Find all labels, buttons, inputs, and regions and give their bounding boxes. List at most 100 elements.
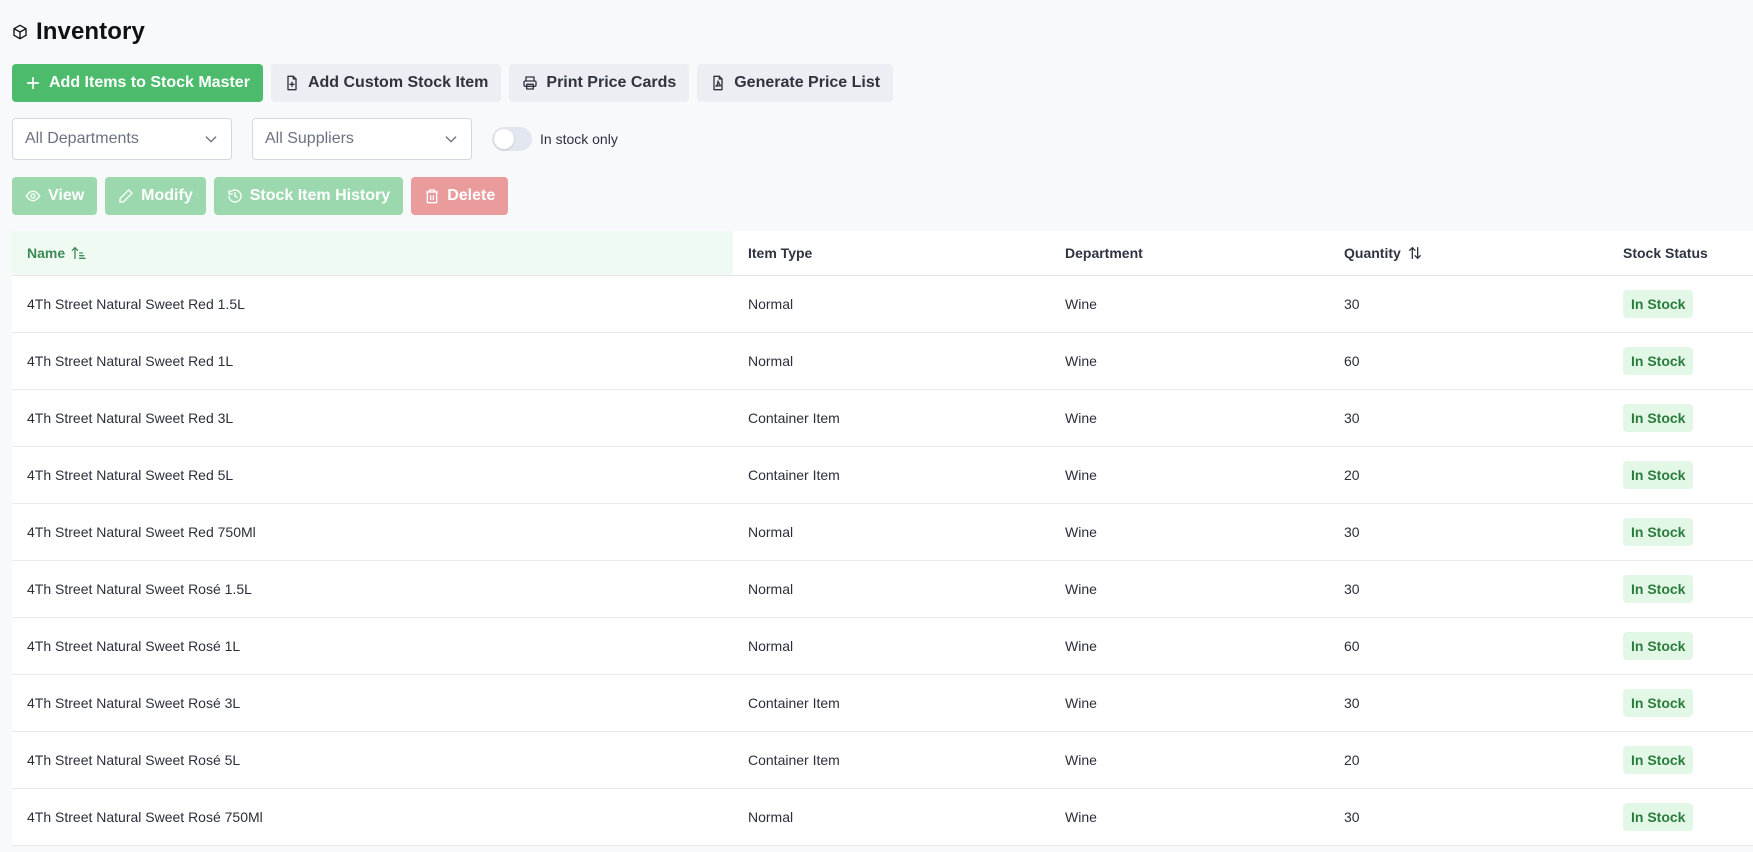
cell-name: 4Th Street Natural Sweet Red 1.5L [27,296,245,312]
in-stock-only-label: In stock only [540,131,618,147]
column-header-stock-status[interactable]: Stock Status [1608,231,1753,275]
generate-price-list-button[interactable]: Generate Price List [697,64,894,102]
cell-stock-status: In Stock [1608,290,1753,318]
cell-item-type: Container Item [748,752,840,768]
delete-button[interactable]: Delete [411,177,509,215]
cell-item-type: Normal [748,638,794,654]
cell-quantity: 30 [1344,695,1360,711]
supplier-select-value: All Suppliers [265,130,354,147]
cell-stock-status: In Stock [1608,689,1753,717]
table-row[interactable]: 4Th Street Natural Sweet Red 1.5L Normal W… [12,276,1753,333]
cell-item-type: Normal [748,296,794,312]
chevron-down-icon [445,136,457,143]
column-header-item-type-label: Item Type [748,245,813,261]
page-header: Inventory [12,18,145,46]
add-items-to-stock-master-button[interactable]: Add Items to Stock Master [12,64,263,102]
cell-stock-status: In Stock [1608,575,1753,603]
department-select-value: All Departments [25,130,139,147]
cell-stock-status: In Stock [1608,632,1753,660]
cell-quantity: 60 [1344,638,1360,654]
supplier-select[interactable]: All Suppliers [252,118,472,160]
cell-department: Wine [1065,809,1097,825]
cell-stock-status: In Stock [1608,803,1753,831]
status-badge: In Stock [1623,632,1694,660]
pencil-icon [119,189,133,203]
sort-ascending-icon [71,246,86,259]
cell-department: Wine [1065,410,1097,426]
cell-department: Wine [1065,695,1097,711]
stock-item-history-label: Stock Item History [249,187,391,204]
table-row[interactable]: 4Th Street Natural Sweet Rosé 750Ml Norma… [12,789,1753,846]
cell-item-type: Normal [748,353,794,369]
trash-icon [426,189,439,204]
cell-quantity: 30 [1344,524,1360,540]
cell-name: 4Th Street Natural Sweet Rosé 5L [27,752,241,768]
cell-stock-status: In Stock [1608,461,1753,489]
table-row[interactable]: 4Th Street Natural Sweet Red 5L Container… [12,447,1753,504]
cell-quantity: 60 [1344,353,1360,369]
cell-quantity: 20 [1344,752,1360,768]
status-badge: In Stock [1623,746,1694,774]
column-header-quantity[interactable]: Quantity [1329,231,1608,275]
file-plus-icon [287,75,297,91]
inventory-table: Name Item Type Department Quantity Stock… [12,231,1753,846]
table-row[interactable]: 4Th Street Natural Sweet Rosé 5L Containe… [12,732,1753,789]
table-row[interactable]: 4Th Street Natural Sweet Red 750Ml Normal… [12,504,1753,561]
printer-icon [523,76,538,90]
department-select[interactable]: All Departments [12,118,232,160]
view-label: View [48,187,85,204]
column-header-quantity-label: Quantity [1344,245,1401,261]
add-custom-stock-item-label: Add Custom Stock Item [307,74,489,91]
cell-quantity: 30 [1344,410,1360,426]
cell-name: 4Th Street Natural Sweet Rosé 1.5L [27,581,252,597]
column-header-department[interactable]: Department [1050,231,1329,275]
cell-quantity: 30 [1344,809,1360,825]
cell-name: 4Th Street Natural Sweet Red 1L [27,353,234,369]
cell-quantity: 30 [1344,581,1360,597]
stock-item-history-button[interactable]: Stock Item History [213,177,404,215]
cell-item-type: Container Item [748,695,840,711]
status-badge: In Stock [1623,461,1694,489]
column-header-item-type[interactable]: Item Type [733,231,1050,275]
cube-icon [13,24,27,40]
modify-button[interactable]: Modify [105,177,206,215]
cell-quantity: 30 [1344,296,1360,312]
in-stock-only-toggle[interactable] [492,127,532,151]
add-custom-stock-item-button[interactable]: Add Custom Stock Item [270,64,502,102]
cell-item-type: Container Item [748,467,840,483]
table-row[interactable]: 4Th Street Natural Sweet Rosé 1L Normal Wi… [12,618,1753,675]
delete-label: Delete [447,187,496,204]
column-header-name-label: Name [27,245,66,261]
cell-stock-status: In Stock [1608,347,1753,375]
status-badge: In Stock [1623,404,1694,432]
status-badge: In Stock [1623,347,1694,375]
view-button[interactable]: View [12,177,98,215]
cell-department: Wine [1065,638,1097,654]
cell-name: 4Th Street Natural Sweet Red 3L [27,410,234,426]
table-row[interactable]: 4Th Street Natural Sweet Red 1L Normal Win… [12,333,1753,390]
cell-name: 4Th Street Natural Sweet Red 5L [27,467,234,483]
table-row[interactable]: 4Th Street Natural Sweet Rosé 1.5L Normal… [12,561,1753,618]
status-badge: In Stock [1623,290,1694,318]
column-header-stock-status-label: Stock Status [1623,245,1708,261]
add-items-to-stock-master-label: Add Items to Stock Master [49,74,250,91]
print-price-cards-button[interactable]: Print Price Cards [509,64,690,102]
table-row[interactable]: 4Th Street Natural Sweet Rosé 3L Containe… [12,675,1753,732]
cell-item-type: Normal [748,581,794,597]
page-title: Inventory [36,18,145,45]
status-badge: In Stock [1623,518,1694,546]
cell-stock-status: In Stock [1608,404,1753,432]
toggle-knob [494,129,514,149]
table-row[interactable]: 4Th Street Natural Sweet Red 3L Container… [12,390,1753,447]
cell-name: 4Th Street Natural Sweet Rosé 750Ml [27,809,263,825]
cell-department: Wine [1065,353,1097,369]
cell-item-type: Normal [748,524,794,540]
cell-item-type: Container Item [748,410,840,426]
sort-icon [1408,246,1421,260]
table-header: Name Item Type Department Quantity Stock… [12,231,1753,276]
table-body: 4Th Street Natural Sweet Red 1.5L Normal W… [12,276,1753,846]
eye-icon [25,190,41,202]
plus-icon [26,76,40,90]
column-header-name[interactable]: Name [12,231,733,275]
cell-department: Wine [1065,581,1097,597]
